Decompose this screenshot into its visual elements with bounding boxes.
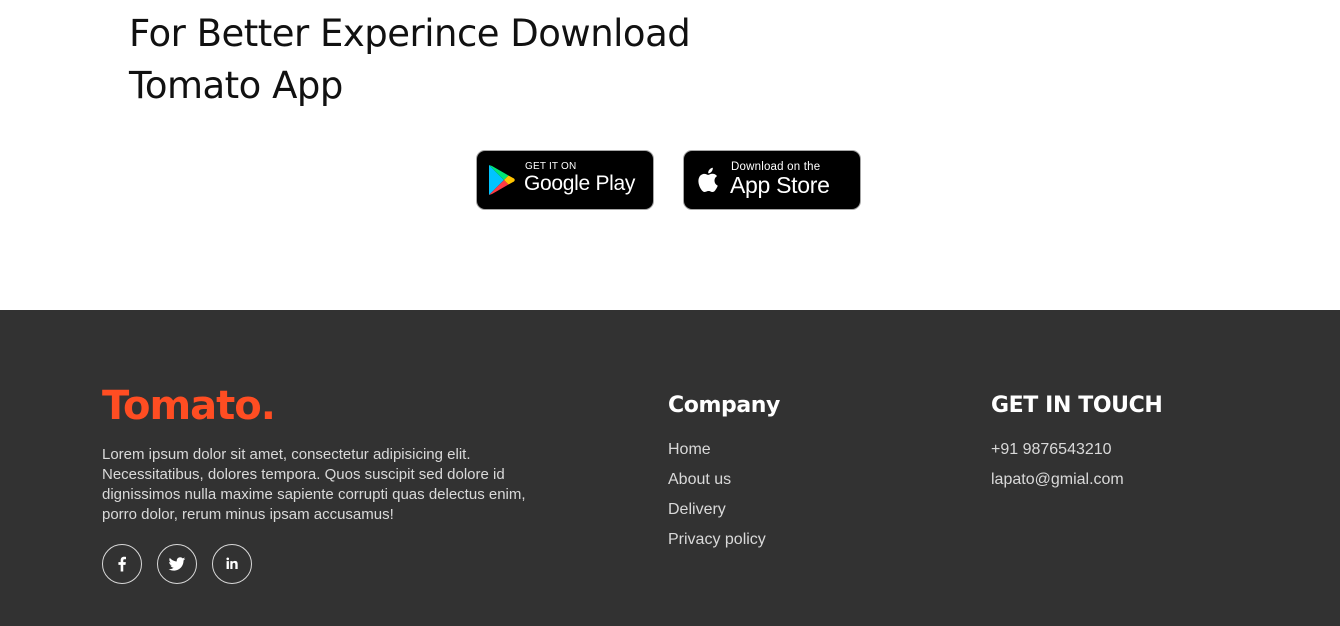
google-play-icon xyxy=(489,165,515,195)
app-download-section: For Better Experince Download Tomato App… xyxy=(0,0,1340,310)
company-heading: Company xyxy=(668,393,780,418)
footer-logo[interactable]: Tomato. xyxy=(102,382,276,430)
footer-description: Lorem ipsum dolor sit amet, consectetur … xyxy=(102,446,526,523)
footer-link-home[interactable]: Home xyxy=(668,440,766,470)
app-store-big-text: App Store xyxy=(730,172,830,198)
google-play-small-text: GET IT ON xyxy=(525,161,577,172)
app-download-title: For Better Experince Download Tomato App xyxy=(129,8,749,112)
company-links: Home About us Delivery Privacy policy xyxy=(668,440,766,560)
linkedin-link[interactable] xyxy=(212,544,252,584)
contact-email: lapato@gmial.com xyxy=(991,471,1124,488)
facebook-icon xyxy=(118,556,126,572)
contact-list: +91 9876543210 lapato@gmial.com xyxy=(991,440,1124,500)
app-store-button[interactable]: Download on the App Store xyxy=(683,150,861,210)
contact-heading: GET IN TOUCH xyxy=(991,393,1163,418)
google-play-button[interactable]: GET IT ON Google Play xyxy=(476,150,654,210)
app-download-title-line1: For Better Experince Download xyxy=(129,12,691,55)
footer: Tomato. Lorem ipsum dolor sit amet, cons… xyxy=(0,310,1340,626)
twitter-icon xyxy=(168,557,186,571)
footer-link-privacy[interactable]: Privacy policy xyxy=(668,530,766,560)
twitter-link[interactable] xyxy=(157,544,197,584)
linkedin-icon xyxy=(226,557,238,569)
apple-icon xyxy=(698,167,718,193)
footer-link-delivery[interactable]: Delivery xyxy=(668,500,766,530)
footer-link-about[interactable]: About us xyxy=(668,470,766,500)
contact-phone: +91 9876543210 xyxy=(991,441,1112,458)
google-play-big-text: Google Play xyxy=(524,172,636,195)
app-download-title-line2: Tomato App xyxy=(129,64,343,107)
facebook-link[interactable] xyxy=(102,544,142,584)
